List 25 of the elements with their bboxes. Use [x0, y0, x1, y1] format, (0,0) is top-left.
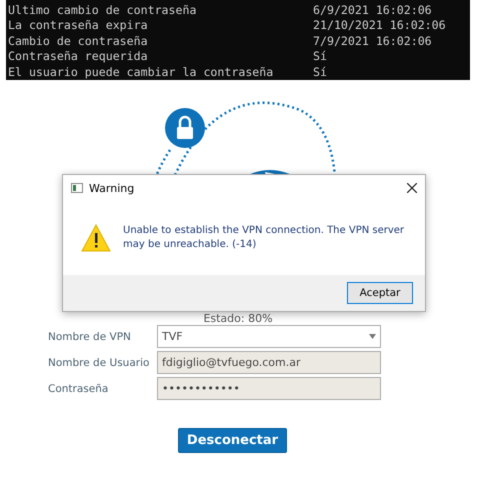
terminal-value: 6/9/2021 16:02:06: [313, 3, 433, 18]
vpn-select[interactable]: TVF: [157, 325, 381, 348]
input-field[interactable]: fdigiglio@tvfuego.com.ar: [157, 351, 381, 374]
terminal-label: La contraseña expira: [8, 18, 149, 34]
window-icon: [71, 183, 83, 193]
disconnect-button[interactable]: Desconectar: [178, 428, 287, 453]
dialog-title: Warning: [89, 182, 136, 194]
terminal-value: 7/9/2021 16:02:06: [313, 34, 433, 50]
status-text: Estado: 80%: [202, 312, 274, 325]
terminal-value: 21/10/2021 16:02:06: [313, 18, 447, 34]
close-icon[interactable]: [407, 183, 417, 193]
terminal-value: Sí: [313, 64, 328, 80]
terminal-label: Ultimo cambio de contraseña: [8, 3, 198, 18]
field-label: Nombre de Usuario: [48, 356, 150, 368]
terminal-label: Cambio de contraseña: [8, 34, 149, 50]
caret-icon: [369, 334, 376, 339]
field-label: Contraseña: [48, 382, 110, 394]
password-field[interactable]: ••••••••••••: [157, 377, 381, 400]
terminal-label: Contraseña requerida: [8, 49, 149, 65]
terminal-value: Sí: [313, 49, 328, 65]
field-label: Nombre de VPN: [48, 330, 132, 342]
terminal-label: El usuario puede cambiar la contraseña: [8, 64, 274, 80]
accept-button[interactable]: Aceptar: [347, 282, 413, 304]
warning-icon: [81, 224, 111, 252]
dialog-message: Unable to establish the VPN connection. The VPN server may be unreachable. (-14): [123, 224, 406, 252]
